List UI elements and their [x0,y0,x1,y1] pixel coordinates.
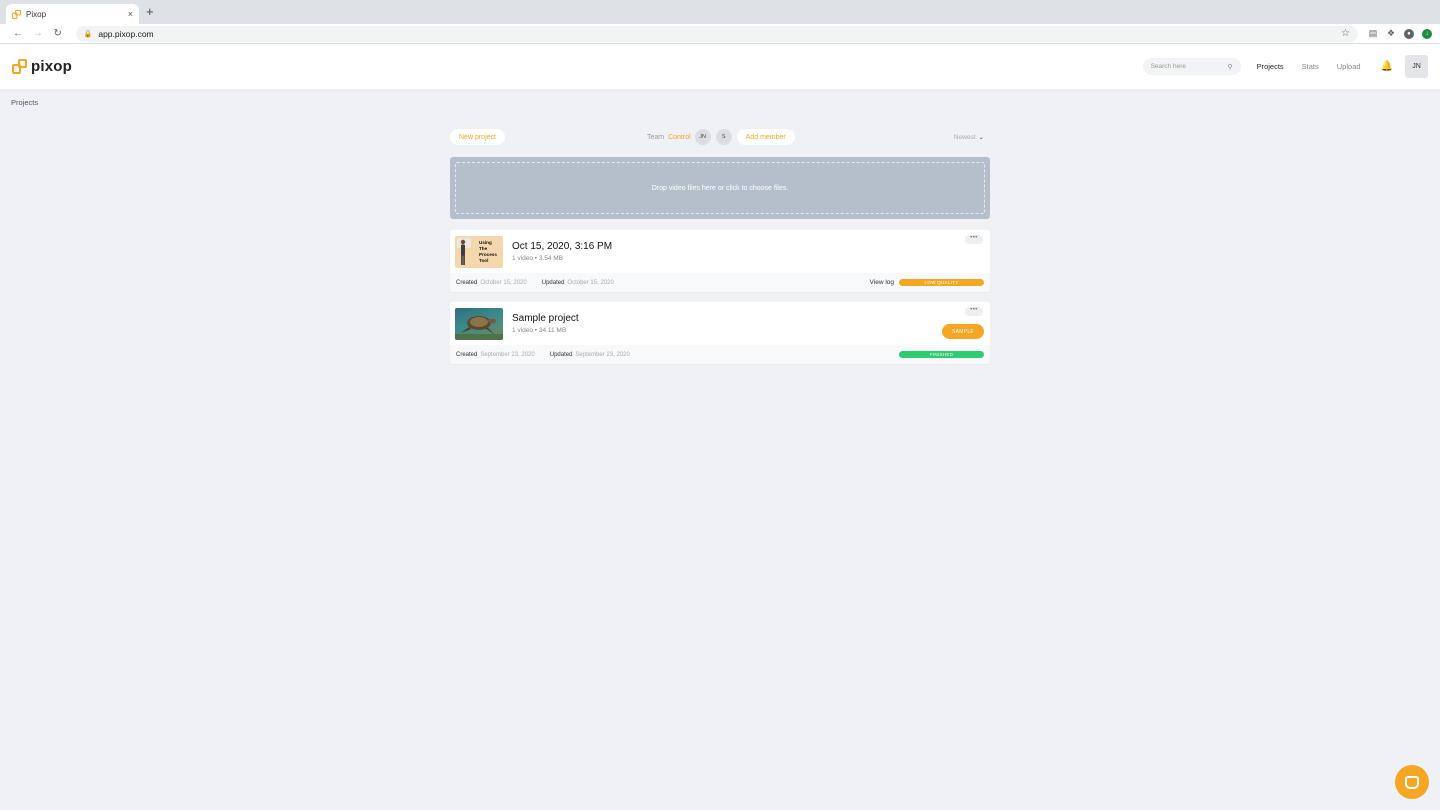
pixop-favicon-icon [12,9,21,19]
add-member-button[interactable]: Add member [736,129,795,145]
created-label: Created [456,351,478,358]
star-icon[interactable]: ☆ [1341,28,1350,39]
extension-box-icon[interactable]: ▤ [1368,28,1378,39]
address-bar[interactable]: 🔒 app.pixop.com ☆ [75,25,1358,42]
project-title[interactable]: Oct 15, 2020, 3:16 PM [512,241,612,252]
project-thumbnail[interactable] [455,307,503,340]
extension-icons: ▤ ❖ ● ↓ [1368,28,1432,39]
back-icon[interactable]: ← [8,28,28,39]
updated-date: September 23, 2020 [575,351,630,358]
project-card[interactable]: Sample project 1 video • 34.11 MB ••• SA… [450,302,990,364]
team-name[interactable]: Control [668,134,691,141]
status-badge: FINISHED [899,351,984,358]
pixop-logo-icon [12,59,27,74]
chat-launcher-button[interactable] [1395,765,1429,799]
project-meta: 1 video • 3.54 MB [512,255,564,262]
project-footer: Created October 15, 2020 Updated October… [450,273,990,292]
new-tab-button[interactable]: + [146,5,154,19]
nav-upload[interactable]: Upload [1337,62,1361,71]
sort-select[interactable]: Newest ⌄ [954,133,984,141]
search-icon: ⚲ [1227,63,1233,71]
thumb-text: Tool [479,257,489,263]
reload-icon[interactable]: ↻ [48,28,68,39]
project-thumbnail[interactable]: Using The Process Tool [455,235,503,268]
more-icon[interactable]: ••• [965,235,983,244]
logo-text: pixop [31,58,72,75]
projects-main: New project Team Control JN S Add member… [450,129,990,364]
forward-icon[interactable]: → [28,28,48,39]
sort-value: Newest [953,134,976,141]
dropzone-text: Drop video files here or click to choose… [651,184,789,192]
sample-badge: SAMPLE [942,324,984,339]
thumb-text: Process [479,251,497,257]
presenter-figure-icon [460,239,466,265]
created-label: Created [456,279,478,286]
view-log-link[interactable]: View log [870,279,894,286]
browser-tab[interactable]: Pixop × [6,4,139,24]
team-section: Team Control JN S Add member [647,129,795,145]
project-title[interactable]: Sample project [512,313,579,324]
app-header: pixop Search here ⚲ Projects Stats Uploa… [0,44,1440,89]
profile-icon[interactable]: ● [1403,28,1414,39]
user-avatar[interactable]: JN [1405,55,1428,78]
nav-stats[interactable]: Stats [1302,62,1319,71]
lock-icon: 🔒 [83,30,93,38]
puzzle-icon[interactable]: ❖ [1386,28,1396,39]
url-text: app.pixop.com [98,28,154,39]
nav-projects[interactable]: Projects [1257,62,1284,71]
browser-toolbar: ← → ↻ 🔒 app.pixop.com ☆ ▤ ❖ ● ↓ [0,24,1440,44]
pixop-logo[interactable]: pixop [12,58,72,75]
member-avatar[interactable]: S [715,129,732,145]
updated-label: Updated [549,351,573,358]
tab-close-icon[interactable]: × [128,9,133,19]
search-placeholder: Search here [1150,63,1186,70]
more-icon[interactable]: ••• [965,307,983,316]
created-date: October 15, 2020 [480,279,527,286]
project-meta: 1 video • 34.11 MB [512,327,567,334]
search-input[interactable]: Search here ⚲ [1142,58,1241,75]
updated-label: Updated [541,279,565,286]
chevron-down-icon: ⌄ [978,134,984,141]
turtle-image-icon [455,315,503,340]
updated-date: October 15, 2020 [567,279,614,286]
chat-icon [1405,775,1419,789]
team-label: Team [646,133,665,141]
download-icon[interactable]: ↓ [1421,28,1432,39]
new-project-button[interactable]: New project [450,129,505,145]
browser-tabbar: Pixop × + [0,0,1440,24]
upload-dropzone[interactable]: Drop video files here or click to choose… [450,157,990,219]
member-avatar[interactable]: JN [694,129,711,145]
project-card[interactable]: Using The Process Tool Oct 15, 2020, 3:1… [450,230,990,292]
projects-toolbar: New project Team Control JN S Add member… [450,129,990,145]
tab-title: Pixop [26,9,47,19]
status-badge: LOW QUALITY [899,279,984,286]
bell-icon[interactable]: 🔔 [1381,61,1393,72]
created-date: September 23, 2020 [480,351,535,358]
breadcrumb[interactable]: Projects [11,98,1440,107]
project-footer: Created September 23, 2020 Updated Septe… [450,345,990,364]
